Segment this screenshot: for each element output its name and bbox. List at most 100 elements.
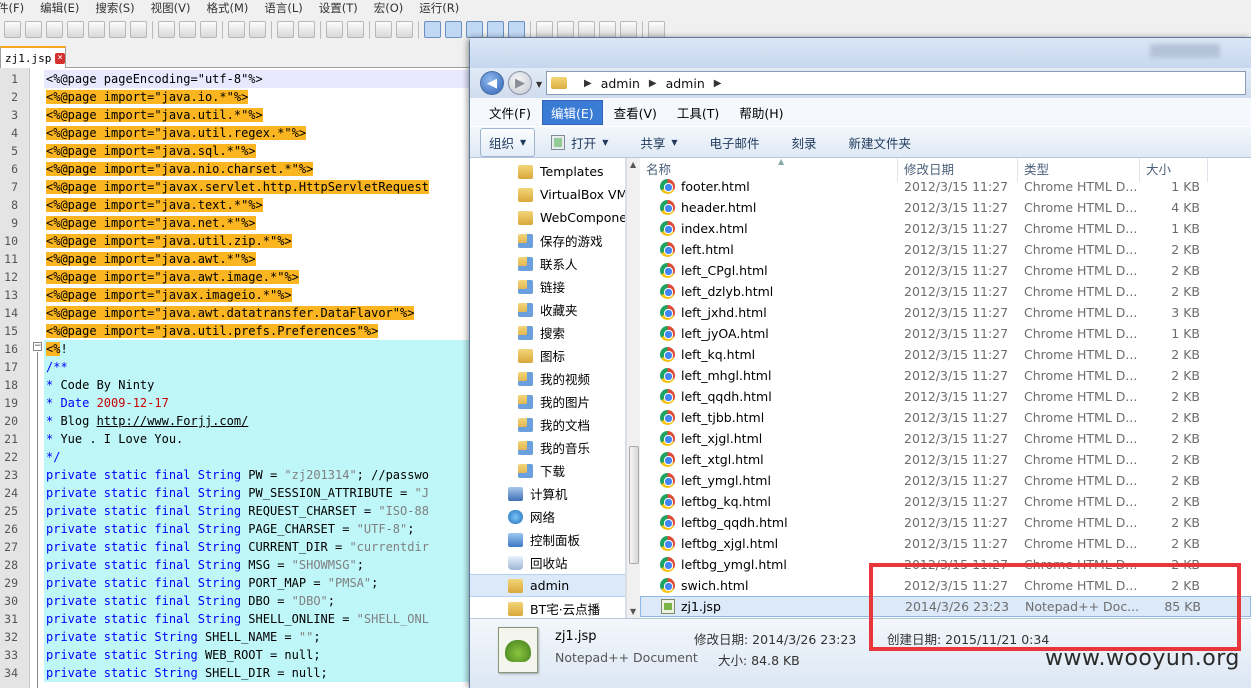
command-1[interactable]: 打开 ▼ xyxy=(543,129,616,156)
doc-map-icon[interactable] xyxy=(508,21,525,38)
indent-guide-icon[interactable] xyxy=(466,21,483,38)
nav-item[interactable]: 我的视频 xyxy=(470,367,625,390)
save-macro-icon[interactable] xyxy=(620,21,637,38)
command-3[interactable]: 电子邮件 xyxy=(702,129,768,156)
file-row[interactable]: left_ymgl.html 2012/3/15 11:27 Chrome HTML… xyxy=(640,470,1251,491)
npp-menu-item[interactable]: 搜索(S) xyxy=(88,0,143,16)
npp-menu-item[interactable]: 插件(P) xyxy=(468,0,470,16)
npp-menu-item[interactable]: 格式(M) xyxy=(199,0,257,16)
nav-item[interactable]: 我的文档 xyxy=(470,413,625,436)
nav-item[interactable]: 图标 xyxy=(470,344,625,367)
chevron-right-icon[interactable]: ▶ xyxy=(584,78,592,89)
file-row[interactable]: left_kq.html 2012/3/15 11:27 Chrome HTML D… xyxy=(640,344,1251,365)
nav-item[interactable]: admin xyxy=(470,574,625,597)
file-row[interactable]: index.html 2012/3/15 11:27 Chrome HTML D..… xyxy=(640,218,1251,239)
copy-icon[interactable] xyxy=(179,21,196,38)
explorer-titlebar[interactable] xyxy=(470,38,1251,68)
explorer-menu-item[interactable]: 文件(F) xyxy=(480,100,540,125)
explorer-menu-item[interactable]: 工具(T) xyxy=(668,100,728,125)
explorer-menu-item[interactable]: 编辑(E) xyxy=(541,99,603,125)
recent-pages-dropdown-icon[interactable]: ▼ xyxy=(536,80,542,89)
npp-menu-item[interactable]: 设置(T) xyxy=(312,0,367,16)
open-file-icon[interactable] xyxy=(25,21,42,38)
nav-item[interactable]: 控制面板 xyxy=(470,528,625,551)
find-icon[interactable] xyxy=(277,21,294,38)
stop-macro-icon[interactable] xyxy=(557,21,574,38)
nav-scrollbar[interactable]: ▲ ▼ xyxy=(626,158,640,618)
back-button[interactable]: ◀ xyxy=(480,71,504,95)
nav-item[interactable]: 回收站 xyxy=(470,551,625,574)
file-row[interactable]: left.html 2012/3/15 11:27 Chrome HTML D...… xyxy=(640,239,1251,260)
nav-item[interactable]: 联系人 xyxy=(470,252,625,275)
close-icon[interactable]: × xyxy=(55,52,65,64)
nav-item[interactable]: 搜索 xyxy=(470,321,625,344)
file-row[interactable]: left_jxhd.html 2012/3/15 11:27 Chrome HTML… xyxy=(640,302,1251,323)
run-macro-icon[interactable] xyxy=(599,21,616,38)
explorer-menu-item[interactable]: 查看(V) xyxy=(605,100,666,125)
command-0[interactable]: 组织 ▼ xyxy=(480,127,536,157)
sync-h-icon[interactable] xyxy=(396,21,413,38)
chevron-right-icon[interactable]: ▶ xyxy=(714,78,722,89)
all-chars-icon[interactable] xyxy=(445,21,462,38)
fold-collapse-icon[interactable]: − xyxy=(33,342,42,351)
play-macro-icon[interactable] xyxy=(578,21,595,38)
nav-item[interactable]: Templates xyxy=(470,160,625,183)
nav-item[interactable]: 保存的游戏 xyxy=(470,229,625,252)
nav-item[interactable]: 计算机 xyxy=(470,482,625,505)
file-row[interactable]: left_jyOA.html 2012/3/15 11:27 Chrome HTML… xyxy=(640,323,1251,344)
command-4[interactable]: 刻录 xyxy=(784,129,825,156)
file-row[interactable]: left_xtgl.html 2012/3/15 11:27 Chrome HTML… xyxy=(640,449,1251,470)
zoom-out-icon[interactable] xyxy=(347,21,364,38)
redo-icon[interactable] xyxy=(249,21,266,38)
nav-item[interactable]: BT宅·云点播 xyxy=(470,597,625,618)
npp-menu-item[interactable]: 视图(V) xyxy=(144,0,200,16)
zoom-in-icon[interactable] xyxy=(326,21,343,38)
nav-item[interactable]: 下载 xyxy=(470,459,625,482)
npp-menu-item[interactable]: 语言(L) xyxy=(257,0,311,16)
lang-icon[interactable] xyxy=(487,21,504,38)
replace-icon[interactable] xyxy=(298,21,315,38)
file-row[interactable]: leftbg_kq.html 2012/3/15 11:27 Chrome HTML… xyxy=(640,491,1251,512)
nav-item[interactable]: 链接 xyxy=(470,275,625,298)
file-row[interactable]: leftbg_xjgl.html 2012/3/15 11:27 Chrome HT… xyxy=(640,533,1251,554)
close-icon[interactable] xyxy=(88,21,105,38)
npp-menu-item[interactable]: 件(F) xyxy=(0,0,33,16)
file-row[interactable]: header.html 2012/3/15 11:27 Chrome HTML D.… xyxy=(640,197,1251,218)
breadcrumb-admin-1[interactable]: admin xyxy=(601,76,640,91)
word-wrap-icon[interactable] xyxy=(424,21,441,38)
tab-zj1-jsp[interactable]: zj1.jsp × xyxy=(0,46,66,68)
nav-item[interactable]: 我的图片 xyxy=(470,390,625,413)
paste-icon[interactable] xyxy=(200,21,217,38)
nav-item[interactable]: 收藏夹 xyxy=(470,298,625,321)
record-macro-icon[interactable] xyxy=(536,21,553,38)
file-row[interactable]: left_CPgl.html 2012/3/15 11:27 Chrome HTML… xyxy=(640,260,1251,281)
file-row[interactable]: left_tjbb.html 2012/3/15 11:27 Chrome HTML… xyxy=(640,407,1251,428)
cut-icon[interactable] xyxy=(158,21,175,38)
file-row[interactable]: footer.html 2012/3/15 11:27 Chrome HTML D.… xyxy=(640,176,1251,197)
save-all-icon[interactable] xyxy=(67,21,84,38)
forward-button[interactable]: ▶ xyxy=(508,71,532,95)
nav-item[interactable]: 我的音乐 xyxy=(470,436,625,459)
code-editor[interactable]: 1 2 3 4 5 6 7 8 9 10 11 12 13 14 15 16 17 18 19 20 21 22 23 24 2… xyxy=(0,68,470,688)
explorer-menu-item[interactable]: 帮助(H) xyxy=(730,100,792,125)
new-file-icon[interactable] xyxy=(4,21,21,38)
nav-item[interactable]: 网络 xyxy=(470,505,625,528)
file-row[interactable]: leftbg_qqdh.html 2012/3/15 11:27 Chrome HT… xyxy=(640,512,1251,533)
chevron-right-icon[interactable]: ▶ xyxy=(649,78,657,89)
npp-menu-item[interactable]: 编辑(E) xyxy=(33,0,88,16)
scroll-thumb[interactable] xyxy=(629,446,639,564)
scroll-down-icon[interactable]: ▼ xyxy=(630,607,636,616)
close-all-icon[interactable] xyxy=(109,21,126,38)
address-bar[interactable]: ▶ admin ▶ admin ▶ xyxy=(546,71,1246,95)
file-row[interactable]: left_xjgl.html 2012/3/15 11:27 Chrome HTML… xyxy=(640,428,1251,449)
nav-item[interactable]: VirtualBox VMs xyxy=(470,183,625,206)
scroll-up-icon[interactable]: ▲ xyxy=(630,160,636,169)
npp-menu-item[interactable]: 宏(O) xyxy=(367,0,413,16)
save-icon[interactable] xyxy=(46,21,63,38)
extra-icon[interactable] xyxy=(648,21,665,38)
breadcrumb-admin-2[interactable]: admin xyxy=(666,76,705,91)
command-2[interactable]: 共享 ▼ xyxy=(632,129,685,156)
nav-item[interactable]: WebComponents xyxy=(470,206,625,229)
file-row[interactable]: left_mhgl.html 2012/3/15 11:27 Chrome HTML… xyxy=(640,365,1251,386)
file-row[interactable]: left_dzlyb.html 2012/3/15 11:27 Chrome HTM… xyxy=(640,281,1251,302)
